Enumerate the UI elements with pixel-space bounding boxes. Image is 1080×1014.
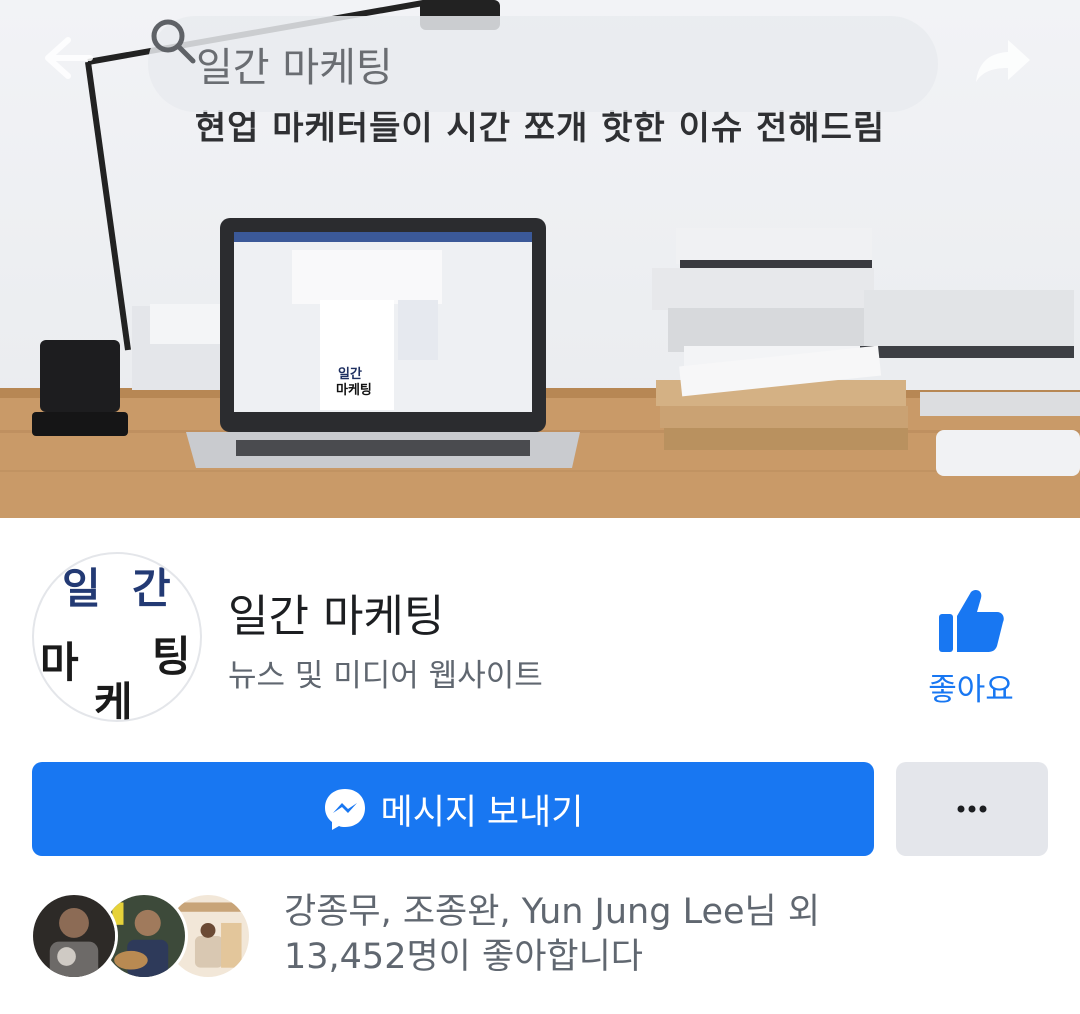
search-icon — [151, 19, 196, 64]
friend-photo — [33, 895, 115, 977]
share-arrow-icon — [976, 40, 1030, 82]
page-screen: 일간 마케팅 현업 마케터들이 시간 쪼개 핫한 이슈 전해드림 일간 마케팅 … — [0, 0, 1080, 1014]
search-query: 일간 마케팅 — [196, 45, 393, 91]
likes-summary[interactable]: 강종무, 조종완, Yun Jung Lee님 외 13,452명이 좋아합니다 — [284, 890, 1044, 980]
page-category: 뉴스 및 미디어 웹사이트 — [228, 658, 543, 694]
share-button[interactable] — [972, 36, 1036, 100]
back-button[interactable] — [44, 36, 108, 100]
more-dots-icon — [957, 805, 987, 813]
send-message-button[interactable]: 메시지 보내기 — [32, 762, 874, 856]
page-avatar[interactable]: 일 간 마 팅 케 — [32, 552, 202, 722]
avatar-text: 팅 — [152, 632, 191, 681]
page-title: 일간 마케팅 — [228, 591, 445, 642]
likes-friends-line: 강종무, 조종완, Yun Jung Lee님 외 — [284, 892, 821, 932]
likes-count-line: 13,452명이 좋아합니다 — [284, 937, 643, 977]
svg-text:마케팅: 마케팅 — [336, 382, 372, 398]
svg-text:일간: 일간 — [338, 366, 362, 382]
cover-photo[interactable]: 일간 마케팅 현업 마케터들이 시간 쪼개 핫한 이슈 전해드림 일간 마케팅 — [0, 0, 1080, 518]
avatar-text: 간 — [132, 564, 171, 613]
send-message-label: 메시지 보내기 — [380, 792, 584, 832]
search-bar[interactable]: 일간 마케팅 — [148, 16, 938, 112]
avatar-text: 마 — [40, 638, 79, 687]
more-options-button[interactable] — [896, 762, 1048, 856]
friend-avatar[interactable] — [30, 892, 118, 980]
back-arrow-icon — [45, 37, 93, 79]
like-label: 좋아요 — [928, 672, 1014, 708]
like-button[interactable]: 좋아요 — [908, 588, 1034, 718]
messenger-icon — [324, 789, 365, 830]
avatar-text: 일 — [62, 564, 101, 613]
avatar-text: 케 — [94, 678, 133, 722]
thumbs-up-icon — [939, 590, 1004, 652]
